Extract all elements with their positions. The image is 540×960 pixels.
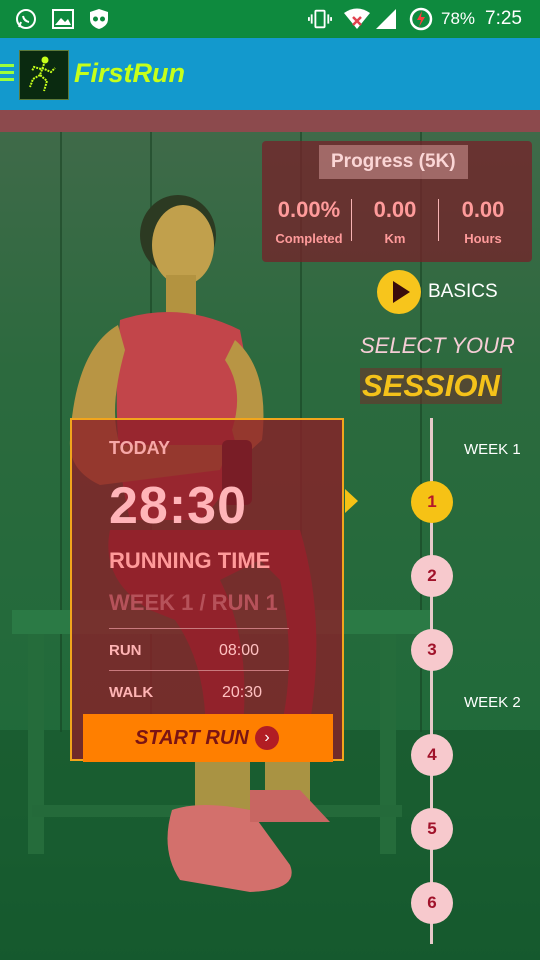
run-label: RUN [109, 642, 142, 659]
whatsapp-icon [14, 8, 38, 30]
play-icon[interactable] [377, 270, 421, 314]
stat-completed-value: 0.00% [277, 197, 341, 222]
stat-hours: 0.00 Hours [444, 197, 522, 246]
progress-title: Progress (5K) [319, 145, 468, 179]
runner-logo-icon [19, 50, 69, 100]
select-your-heading: SELECT YOUR [360, 333, 515, 358]
stat-completed-label: Completed [275, 231, 343, 246]
app-bar: FirstRun [0, 38, 540, 110]
start-run-label: START RUN [135, 727, 249, 749]
session-dot-4[interactable]: 4 [411, 734, 453, 776]
battery-percent: 78% [441, 9, 476, 28]
session-dot-1[interactable]: 1 [411, 481, 453, 523]
session-card: TODAY 28:30 RUNNING TIME WEEK 1 / RUN 1 … [70, 418, 344, 761]
signal-icon [374, 8, 398, 30]
chevron-right-icon: › [255, 726, 279, 750]
session-dot-2[interactable]: 2 [411, 555, 453, 597]
card-divider [109, 628, 289, 629]
clock: 7:25 [485, 8, 522, 29]
status-bar: 78% 7:25 [0, 0, 540, 38]
session-dot-6[interactable]: 6 [411, 882, 453, 924]
card-divider [109, 670, 289, 671]
session-dot-5[interactable]: 5 [411, 808, 453, 850]
running-time-label: RUNNING TIME [109, 548, 271, 573]
week-label: WEEK 2 [464, 694, 521, 711]
today-label: TODAY [109, 438, 171, 458]
session-dot-3[interactable]: 3 [411, 629, 453, 671]
wifi-icon [343, 8, 371, 30]
battery-charging-icon [409, 7, 433, 31]
stat-hours-value: 0.00 [461, 197, 505, 222]
run-value: 08:00 [219, 642, 260, 659]
running-time-value: 28:30 [109, 477, 247, 535]
card-pointer [345, 489, 358, 513]
walk-value: 20:30 [222, 684, 263, 701]
start-run-button[interactable]: START RUN › [83, 714, 333, 762]
week-label: WEEK 1 [464, 441, 521, 458]
stat-km-label: Km [384, 231, 406, 246]
incognito-icon [87, 8, 111, 30]
stat-hours-label: Hours [464, 231, 502, 246]
hamburger-icon[interactable] [0, 64, 14, 84]
stat-completed: 0.00% Completed [270, 197, 348, 246]
session-name: WEEK 1 / RUN 1 [109, 590, 278, 615]
stat-divider [351, 199, 352, 241]
progress-panel: Progress (5K) 0.00% Completed 0.00 Km 0.… [262, 141, 532, 262]
stat-km-value: 0.00 [373, 197, 417, 222]
vibrate-icon [308, 8, 332, 30]
basics-label[interactable]: BASICS [428, 281, 498, 303]
stat-divider [438, 199, 439, 241]
walk-label: WALK [109, 684, 154, 701]
app-title: FirstRun [74, 58, 185, 88]
gallery-icon [51, 8, 75, 30]
stat-km: 0.00 Km [358, 197, 432, 246]
session-heading: SESSION [360, 368, 502, 404]
